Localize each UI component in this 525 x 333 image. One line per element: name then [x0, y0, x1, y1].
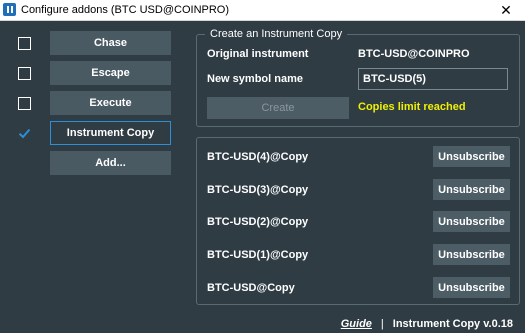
footer-separator: | — [380, 318, 384, 330]
unsubscribe-button[interactable]: Unsubscribe — [433, 179, 510, 200]
copy-row: BTC-USD@Copy Unsubscribe — [197, 277, 519, 299]
addon-row-add: Add... — [0, 149, 194, 177]
copy-name: BTC-USD@Copy — [207, 282, 295, 294]
addon-row-chase: Chase — [0, 29, 194, 57]
footer: Guide | Instrument Copy v.0.18 — [341, 318, 513, 330]
instrument-copy-checkbox[interactable] — [18, 127, 31, 140]
copy-row: BTC-USD(3)@Copy Unsubscribe — [197, 179, 519, 201]
chase-checkbox[interactable] — [18, 37, 31, 50]
copy-name: BTC-USD(4)@Copy — [207, 151, 309, 163]
copy-name: BTC-USD(1)@Copy — [207, 249, 309, 261]
unsubscribe-button[interactable]: Unsubscribe — [433, 211, 510, 232]
create-copy-panel: Create an Instrument Copy Original instr… — [196, 28, 520, 127]
execute-checkbox[interactable] — [18, 97, 31, 110]
copy-name: BTC-USD(3)@Copy — [207, 184, 309, 196]
copy-row: BTC-USD(1)@Copy Unsubscribe — [197, 244, 519, 266]
escape-button[interactable]: Escape — [50, 61, 171, 85]
copy-name: BTC-USD(2)@Copy — [207, 216, 309, 228]
guide-link[interactable]: Guide — [341, 318, 372, 330]
unsubscribe-button[interactable]: Unsubscribe — [433, 277, 510, 298]
instrument-copy-button[interactable]: Instrument Copy — [50, 121, 171, 145]
addon-row-escape: Escape — [0, 59, 194, 87]
escape-checkbox[interactable] — [18, 67, 31, 80]
unsubscribe-button[interactable]: Unsubscribe — [433, 244, 510, 265]
original-instrument-label: Original instrument — [207, 48, 309, 60]
chase-button[interactable]: Chase — [50, 31, 171, 55]
addon-row-instrument-copy: Instrument Copy — [0, 119, 194, 147]
app-icon — [3, 3, 16, 16]
copies-limit-message: Copies limit reached — [358, 101, 466, 113]
add-addon-button[interactable]: Add... — [50, 151, 171, 175]
execute-button[interactable]: Execute — [50, 91, 171, 115]
new-symbol-label: New symbol name — [207, 73, 303, 85]
addons-sidebar: Chase Escape Execute Instrument Copy Add… — [0, 21, 194, 333]
copy-row: BTC-USD(2)@Copy Unsubscribe — [197, 211, 519, 233]
copy-row: BTC-USD(4)@Copy Unsubscribe — [197, 146, 519, 168]
close-button[interactable]: ✕ — [487, 0, 525, 21]
addon-row-execute: Execute — [0, 89, 194, 117]
new-symbol-input[interactable] — [358, 68, 508, 90]
version-label: Instrument Copy v.0.18 — [392, 318, 513, 330]
checkmark-icon — [18, 128, 31, 139]
close-icon: ✕ — [500, 2, 512, 18]
window-title: Configure addons (BTC USD@COINPRO) — [21, 4, 230, 16]
unsubscribe-button[interactable]: Unsubscribe — [433, 146, 510, 167]
create-panel-legend: Create an Instrument Copy — [205, 28, 348, 40]
create-button[interactable]: Create — [207, 97, 349, 119]
title-bar: Configure addons (BTC USD@COINPRO) ✕ — [0, 0, 525, 21]
original-instrument-value: BTC-USD@COINPRO — [358, 48, 470, 60]
copies-list: BTC-USD(4)@Copy Unsubscribe BTC-USD(3)@C… — [196, 137, 520, 305]
